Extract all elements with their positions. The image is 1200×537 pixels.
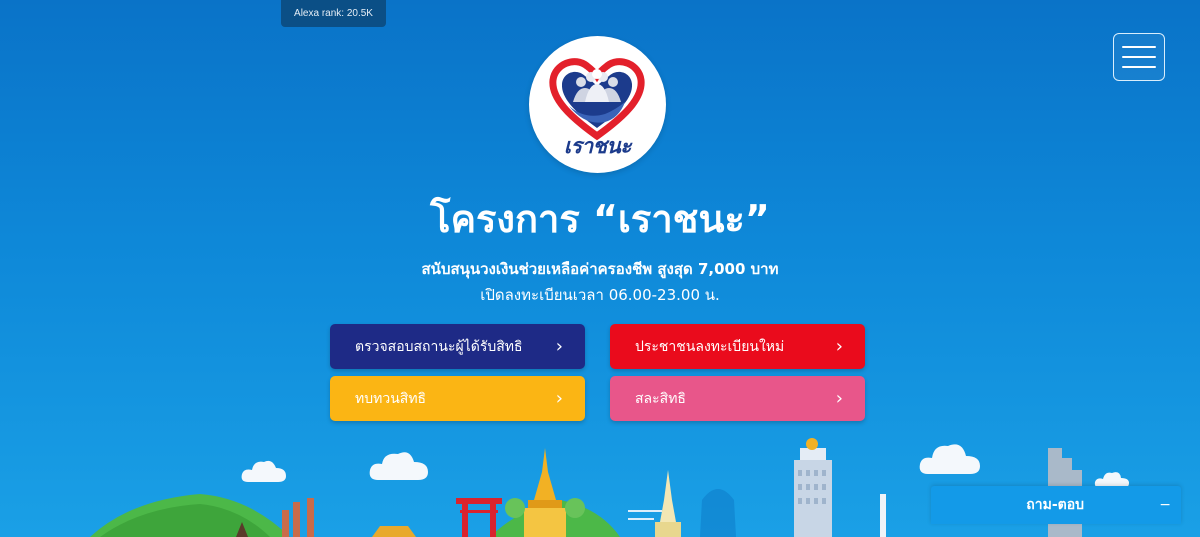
qa-chat-bar[interactable]: ถาม-ตอบ − xyxy=(931,486,1181,524)
menu-line xyxy=(1122,56,1156,58)
logo-wordmark: เราชนะ xyxy=(563,134,632,158)
alexa-rank-badge: Alexa rank: 20.5K xyxy=(281,0,386,27)
check-status-button[interactable]: ตรวจสอบสถานะผู้ได้รับสิทธิ › xyxy=(330,324,585,369)
waive-rights-label: สละสิทธิ xyxy=(635,390,686,407)
review-rights-label: ทบทวนสิทธิ xyxy=(355,390,427,407)
registration-hours: เปิดลงทะเบียนเวลา 06.00-23.00 น. xyxy=(480,286,720,304)
page-title: โครงการ “เราชนะ” xyxy=(430,197,770,241)
chevron-right-icon: › xyxy=(555,388,563,409)
qa-label: ถาม-ตอบ xyxy=(1026,497,1085,513)
waive-rights-button[interactable]: สละสิทธิ › xyxy=(610,376,865,421)
chevron-right-icon: › xyxy=(555,336,563,357)
hamburger-menu-button[interactable] xyxy=(1113,33,1165,81)
review-rights-button[interactable]: ทบทวนสิทธิ › xyxy=(330,376,585,421)
chevron-right-icon: › xyxy=(835,388,843,409)
new-register-label: ประชาชนลงทะเบียนใหม่ xyxy=(635,338,785,355)
check-status-label: ตรวจสอบสถานะผู้ได้รับสิทธิ xyxy=(355,338,523,355)
new-register-button[interactable]: ประชาชนลงทะเบียนใหม่ › xyxy=(610,324,865,369)
page-subtitle: สนับสนุนวงเงินช่วยเหลือค่าครองชีพ สูงสุด… xyxy=(421,260,779,278)
menu-line xyxy=(1122,46,1156,48)
chevron-right-icon: › xyxy=(835,336,843,357)
menu-line xyxy=(1122,66,1156,68)
minimize-icon[interactable]: − xyxy=(1159,497,1171,513)
rao-chana-logo: เราชนะ xyxy=(529,36,666,173)
